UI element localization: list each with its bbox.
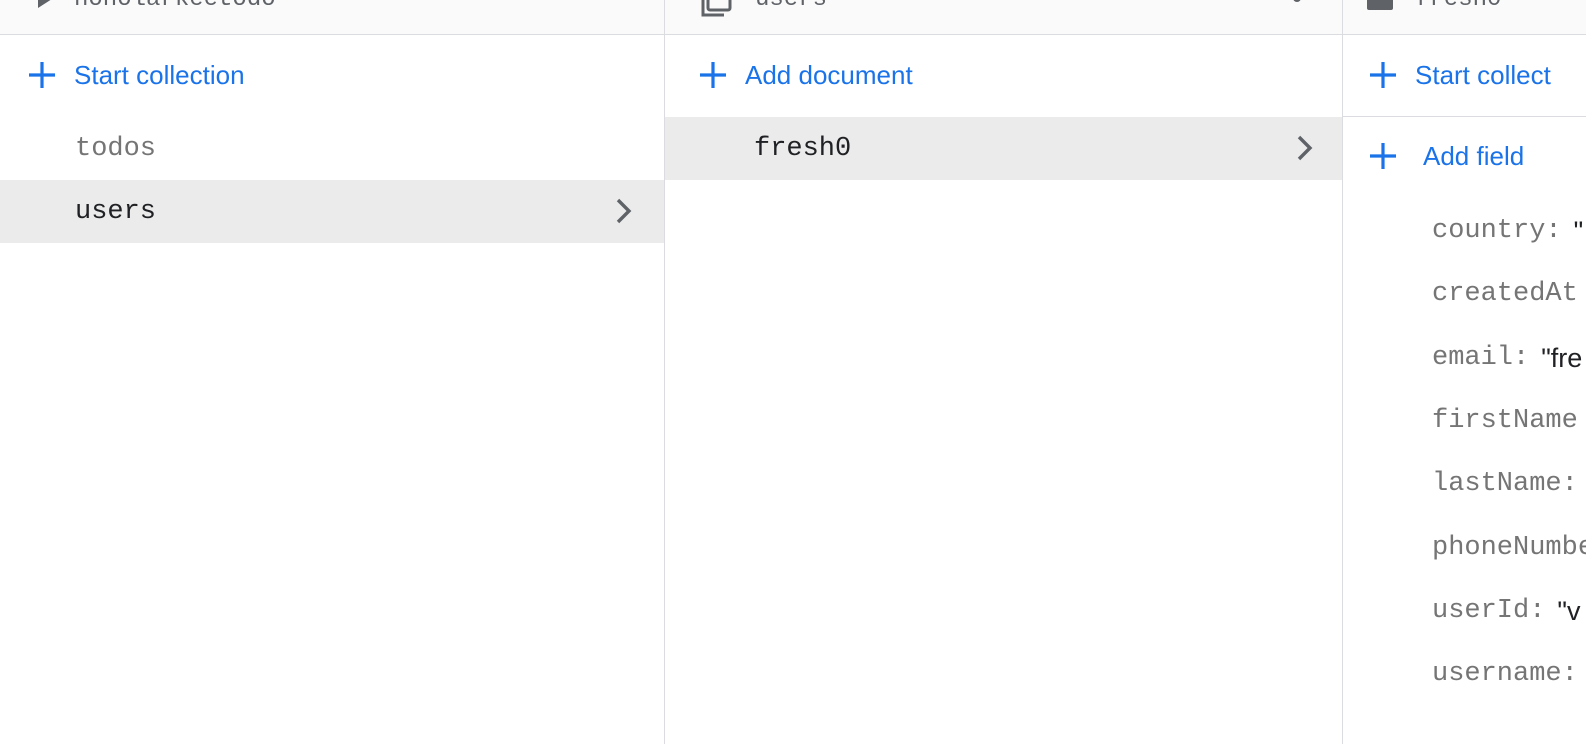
plus-icon <box>1370 62 1396 88</box>
field-value: "fre <box>1541 342 1583 373</box>
collection-arrow-icon <box>34 0 56 17</box>
start-collection-label: Start collection <box>74 59 245 90</box>
field-key: email: <box>1432 343 1530 373</box>
document-icon <box>1365 0 1395 21</box>
plus-icon <box>1370 143 1396 169</box>
collection-title: users <box>755 0 827 13</box>
start-collection-button[interactable]: Start collect <box>1367 53 1551 97</box>
collections-panel-header: nonolarkeetodo <box>0 0 664 35</box>
add-document-button[interactable]: Add document <box>697 53 913 97</box>
collections-panel: nonolarkeetodo Start collection todos us… <box>0 0 664 744</box>
fields-panel-header: fresh0 <box>1343 0 1586 35</box>
plus-icon <box>700 62 726 88</box>
add-field-label: Add field <box>1423 140 1525 171</box>
field-row[interactable]: userId: "v <box>1432 591 1581 631</box>
start-collection-label: Start collect <box>1415 59 1551 90</box>
more-vert-icon[interactable] <box>1289 0 1305 19</box>
document-item-label: fresh0 <box>754 133 852 164</box>
field-row[interactable]: country: " <box>1432 211 1583 251</box>
filter-icon[interactable] <box>1245 0 1261 19</box>
field-key: userId: <box>1432 596 1546 626</box>
document-title: fresh0 <box>1415 0 1501 13</box>
field-key: username: <box>1432 659 1578 689</box>
collection-item-label: users <box>75 196 157 227</box>
field-row[interactable]: phoneNumbe <box>1432 528 1586 568</box>
project-name[interactable]: nonolarkeetodo <box>74 0 276 13</box>
collection-item-users[interactable]: users <box>0 180 664 243</box>
field-key: createdAt <box>1432 279 1578 309</box>
chevron-right-icon <box>1297 135 1313 161</box>
field-row[interactable]: username: <box>1432 654 1586 694</box>
field-row[interactable]: firstName <box>1432 401 1586 441</box>
chevron-right-icon <box>616 198 632 224</box>
collection-item-label: todos <box>75 133 157 164</box>
panel-divider-horizontal <box>1343 116 1586 117</box>
field-key: phoneNumbe <box>1432 533 1586 563</box>
field-value: " <box>1573 215 1584 246</box>
field-key: lastName: <box>1432 469 1578 499</box>
field-row[interactable]: lastName: <box>1432 464 1586 504</box>
add-document-label: Add document <box>745 59 913 90</box>
start-collection-button[interactable]: Start collection <box>26 53 245 97</box>
field-value: "v <box>1557 595 1581 626</box>
field-row[interactable]: createdAt <box>1432 274 1586 314</box>
collection-icon <box>700 0 732 23</box>
fields-panel: fresh0 Start collect Add field country: … <box>1343 0 1586 744</box>
add-field-button[interactable]: Add field <box>1367 134 1524 178</box>
collection-item-todos[interactable]: todos <box>0 117 664 180</box>
document-item-fresh0[interactable]: fresh0 <box>665 117 1342 180</box>
field-row[interactable]: email: "fre <box>1432 338 1582 378</box>
documents-panel-header: users <box>665 0 1342 35</box>
field-key: firstName <box>1432 406 1578 436</box>
field-key: country: <box>1432 216 1562 246</box>
plus-icon <box>29 62 55 88</box>
documents-panel: users Add document fresh0 <box>665 0 1342 744</box>
